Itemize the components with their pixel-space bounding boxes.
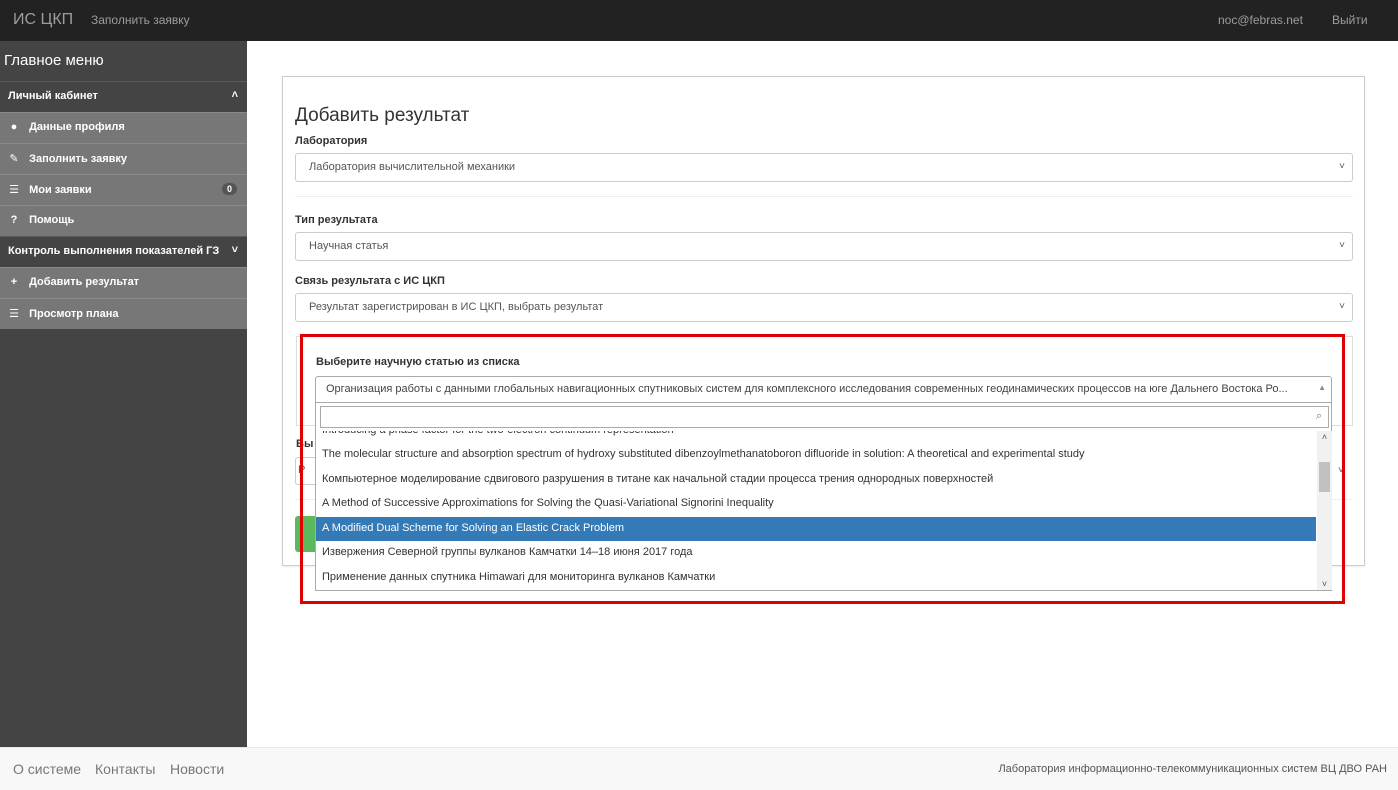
sidebar-item-label: Добавить результат <box>29 276 140 288</box>
chevron-down-icon: ˅ <box>1339 301 1345 312</box>
logout-link[interactable]: Выйти <box>1332 13 1368 27</box>
divider <box>295 196 1353 197</box>
footer: О системе Контакты Новости Лаборатория и… <box>0 747 1398 790</box>
brand-link[interactable]: ИС ЦКП <box>13 11 73 29</box>
footer-about-link[interactable]: О системе <box>13 761 81 777</box>
list-icon: ☰ <box>9 308 19 320</box>
sidebar-item-view-plan[interactable]: ☰ Просмотр плана <box>0 298 247 329</box>
pencil-icon: ✎ <box>9 153 19 165</box>
highlight-box <box>300 334 1345 604</box>
footer-news-link[interactable]: Новости <box>170 761 224 777</box>
sidebar-title: Главное меню <box>4 52 104 69</box>
link-select[interactable]: Результат зарегистрирован в ИС ЦКП, выбр… <box>295 293 1353 322</box>
top-navbar: ИС ЦКП Заполнить заявку noc@febras.net В… <box>0 0 1398 41</box>
result-type-value: Научная статья <box>309 240 389 252</box>
result-type-select[interactable]: Научная статья ˅ <box>295 232 1353 261</box>
link-select-value: Результат зарегистрирован в ИС ЦКП, выбр… <box>309 301 604 313</box>
sidebar-item-label: Помощь <box>29 214 75 226</box>
sidebar-item-fill-request[interactable]: ✎ Заполнить заявку <box>0 143 247 174</box>
plus-icon: + <box>10 276 18 288</box>
sidebar-section-label: Личный кабинет <box>8 90 98 102</box>
sidebar-item-add-result[interactable]: + Добавить результат <box>0 267 247 298</box>
lab-select[interactable]: Лаборатория вычислительной механики ˅ <box>295 153 1353 182</box>
link-label: Связь результата с ИС ЦКП <box>295 275 445 287</box>
sidebar-item-label: Просмотр плана <box>29 308 119 320</box>
chevron-down-icon: ˅ <box>231 244 238 256</box>
result-type-label: Тип результата <box>295 214 378 226</box>
sidebar-section-control[interactable]: Контроль выполнения показателей ГЗ ˅ <box>0 236 247 267</box>
sidebar: Главное меню Личный кабинет ˄ ● Данные п… <box>0 41 247 747</box>
sidebar-item-label: Заполнить заявку <box>29 153 128 165</box>
page-title: Добавить результат <box>295 105 470 126</box>
footer-contacts-link[interactable]: Контакты <box>95 761 155 777</box>
lab-select-value: Лаборатория вычислительной механики <box>309 161 516 173</box>
sidebar-item-profile[interactable]: ● Данные профиля <box>0 112 247 143</box>
list-icon: ☰ <box>9 184 19 196</box>
sidebar-section-personal[interactable]: Личный кабинет ˄ <box>0 81 247 112</box>
footer-org-text: Лаборатория информационно-телекоммуникац… <box>998 763 1387 775</box>
chevron-down-icon: ˅ <box>1339 240 1345 251</box>
chevron-up-icon: ˄ <box>231 89 238 101</box>
chevron-down-icon: ˅ <box>1339 161 1345 172</box>
user-icon: ● <box>10 121 18 133</box>
sidebar-item-my-requests[interactable]: ☰ Мои заявки 0 <box>0 174 247 205</box>
sidebar-section-label: Контроль выполнения показателей ГЗ <box>8 245 220 257</box>
lab-label: Лаборатория <box>295 135 368 147</box>
count-badge: 0 <box>221 183 237 195</box>
sidebar-item-help[interactable]: ? Помощь <box>0 205 247 236</box>
nav-fill-request-link[interactable]: Заполнить заявку <box>91 13 190 27</box>
sidebar-item-label: Данные профиля <box>29 121 125 133</box>
user-email-link[interactable]: noc@febras.net <box>1218 13 1303 27</box>
question-icon: ? <box>10 214 18 226</box>
sidebar-item-label: Мои заявки <box>29 184 92 196</box>
